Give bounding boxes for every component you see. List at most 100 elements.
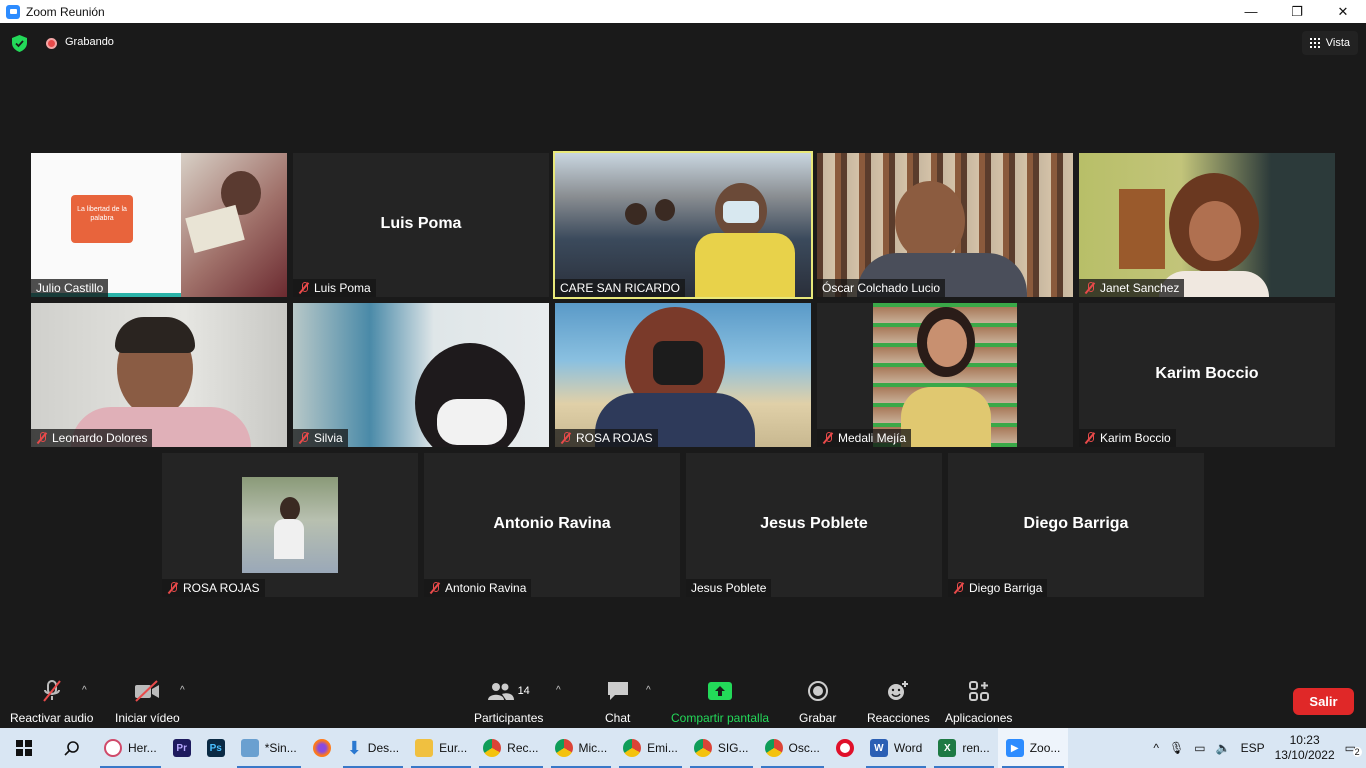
chat-options-chevron-icon[interactable]: ^	[646, 685, 651, 696]
taskbar-app-opera[interactable]	[828, 728, 862, 768]
battery-icon[interactable]: ▭	[1194, 741, 1205, 755]
taskbar-app-photoshop[interactable]: Ps	[199, 728, 233, 768]
participant-big-name: Luis Poma	[380, 215, 462, 232]
participant-name-bar: Julio Castillo	[31, 279, 109, 297]
audio-options-chevron-icon[interactable]: ^	[82, 685, 87, 696]
participant-name-bar: Karim Boccio	[1079, 429, 1176, 447]
mic-muted-icon	[560, 432, 572, 444]
start-button[interactable]	[0, 728, 48, 768]
participant-video	[817, 153, 1073, 297]
speaker-icon[interactable]: 🔈	[1216, 741, 1231, 755]
participant-video	[293, 303, 549, 447]
video-off-icon	[135, 680, 160, 702]
chrome-icon	[693, 739, 712, 757]
firefox-icon	[312, 739, 331, 757]
chat-button[interactable]: Chat	[605, 679, 630, 725]
taskbar-app-snipping[interactable]: Her...	[96, 728, 165, 768]
taskbar-app-downloads[interactable]: ⬇ Des...	[339, 728, 407, 768]
share-screen-icon	[708, 682, 733, 700]
taskbar-app-chrome-5[interactable]: Osc...	[757, 728, 828, 768]
mic-muted-icon	[1084, 432, 1096, 444]
participants-icon	[487, 683, 514, 700]
video-tile[interactable]: Luis Poma Luis Poma	[293, 153, 549, 297]
notification-center-button[interactable]: ▭ 2	[1345, 741, 1362, 757]
apps-button[interactable]: Aplicaciones	[945, 679, 1012, 725]
participant-name-bar: Óscar Colchado Lucio	[817, 279, 946, 297]
video-options-chevron-icon[interactable]: ^	[180, 685, 185, 696]
participant-name-bar: Janet Sanchez	[1079, 279, 1185, 297]
chrome-icon	[623, 739, 642, 757]
taskbar-app-chrome-4[interactable]: SIG...	[686, 728, 757, 768]
shared-slide: La libertad de la palabra	[31, 153, 181, 297]
clock-time: 10:23	[1289, 733, 1320, 747]
participant-name-bar: Antonio Ravina	[424, 579, 532, 597]
video-tile[interactable]: Janet Sanchez	[1079, 153, 1335, 297]
mic-muted-icon	[822, 432, 834, 444]
participant-video	[873, 303, 1017, 447]
meeting-topbar: Grabando Vista	[0, 23, 1366, 63]
notification-count: 2	[1352, 747, 1362, 757]
view-button[interactable]: Vista	[1301, 31, 1358, 55]
video-tile[interactable]: Jesus Poblete Jesus Poblete	[686, 453, 942, 597]
record-button[interactable]: Grabar	[799, 679, 836, 725]
video-tile[interactable]: Diego Barriga Diego Barriga	[948, 453, 1204, 597]
clock[interactable]: 10:23 13/10/2022	[1275, 733, 1335, 763]
taskbar-app-premiere[interactable]: Pr	[165, 728, 199, 768]
mic-muted-icon	[42, 680, 61, 702]
leave-meeting-button[interactable]: Salir	[1293, 688, 1354, 715]
video-tile[interactable]: Medali Mejía	[817, 303, 1073, 447]
window-title: Zoom Reunión	[26, 4, 105, 19]
video-tile[interactable]: Leonardo Dolores	[31, 303, 287, 447]
premiere-icon: Pr	[172, 739, 191, 757]
notepad-icon	[240, 739, 259, 757]
participants-button[interactable]: 14 Participantes	[474, 679, 543, 725]
participant-name-bar: ROSA ROJAS	[162, 579, 265, 597]
participant-name-bar: Silvia	[293, 429, 348, 447]
video-tile[interactable]: Óscar Colchado Lucio	[817, 153, 1073, 297]
folder-icon	[415, 739, 434, 757]
video-tile-active-speaker[interactable]: CARE SAN RICARDO	[553, 151, 813, 299]
view-label: Vista	[1325, 37, 1350, 49]
taskbar-app-chrome-3[interactable]: Emi...	[615, 728, 686, 768]
taskbar-app-firefox[interactable]	[305, 728, 339, 768]
title-bar: Zoom Reunión — ❐ ✕	[0, 0, 1366, 23]
shield-icon[interactable]	[12, 35, 27, 52]
video-tile[interactable]: Karim Boccio Karim Boccio	[1079, 303, 1335, 447]
chat-icon	[607, 682, 628, 700]
video-tile[interactable]: Silvia	[293, 303, 549, 447]
participant-name-bar: Medali Mejía	[817, 429, 912, 447]
close-button[interactable]: ✕	[1320, 0, 1366, 23]
windows-taskbar: Her... Pr Ps *Sin... ⬇ Des... Eur... Rec.…	[0, 728, 1366, 768]
taskbar-app-excel[interactable]: Xren...	[930, 728, 997, 768]
participant-video	[555, 153, 811, 297]
taskbar-app-notepad[interactable]: *Sin...	[233, 728, 305, 768]
taskbar-app-chrome-1[interactable]: Rec...	[475, 728, 546, 768]
microphone-icon[interactable]: 🎙	[1169, 741, 1184, 755]
minimize-button[interactable]: —	[1228, 0, 1274, 23]
word-icon: W	[869, 739, 888, 757]
video-tile[interactable]: Antonio Ravina Antonio Ravina	[424, 453, 680, 597]
mic-muted-icon	[167, 582, 179, 594]
reactions-button[interactable]: Reacciones	[867, 679, 930, 725]
taskbar-app-folder[interactable]: Eur...	[407, 728, 475, 768]
participant-video	[181, 153, 287, 297]
language-indicator[interactable]: ESP	[1241, 741, 1265, 755]
taskbar-app-word[interactable]: W Word	[862, 728, 930, 768]
taskbar-app-zoom[interactable]: ▶ Zoo...	[997, 728, 1069, 768]
mic-muted-icon	[429, 582, 441, 594]
taskbar-search-button[interactable]	[48, 728, 96, 768]
maximize-button[interactable]: ❐	[1274, 0, 1320, 23]
unmute-button[interactable]: Reactivar audio	[10, 679, 93, 725]
participant-big-name: Antonio Ravina	[493, 515, 611, 532]
taskbar-app-chrome-2[interactable]: Mic...	[547, 728, 616, 768]
participants-options-chevron-icon[interactable]: ^	[556, 685, 561, 696]
video-tile[interactable]: La libertad de la palabra Julio Castillo	[31, 153, 287, 297]
participant-video	[555, 303, 811, 447]
slide-text: La libertad de la palabra	[71, 195, 133, 243]
chevron-up-icon[interactable]: ^	[1153, 741, 1159, 755]
start-video-button[interactable]: Iniciar vídeo	[115, 679, 180, 725]
share-screen-button[interactable]: Compartir pantalla	[671, 679, 769, 725]
video-tile[interactable]: ROSA ROJAS	[162, 453, 418, 597]
participant-big-name: Jesus Poblete	[760, 515, 868, 532]
video-tile[interactable]: ROSA ROJAS	[555, 303, 811, 447]
